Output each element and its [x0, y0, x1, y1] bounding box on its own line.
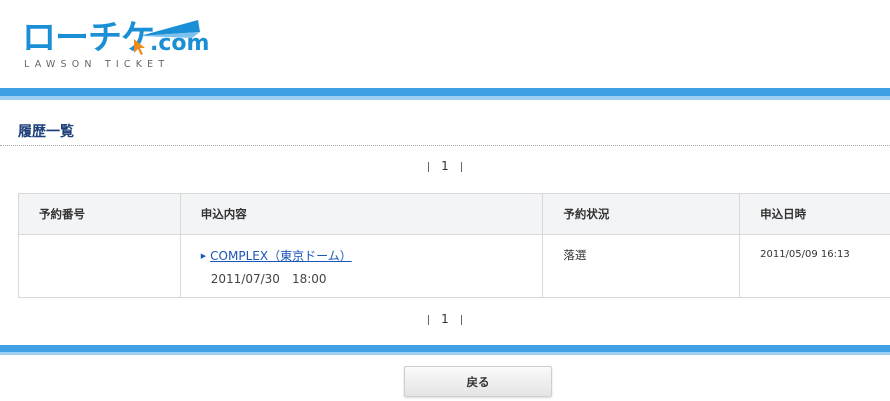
applied-datetime: 2011/05/09 16:13	[760, 249, 850, 260]
title-divider	[0, 145, 890, 146]
page-title: 履歴一覧	[18, 124, 74, 140]
site-header: ローチケ .com LAWSON TICKET	[0, 0, 890, 88]
history-table: 予約番号 申込内容 予約状況 申込日時 ▶ COMPLEX（東京ドーム） 2011…	[18, 193, 890, 298]
header-divider-bar	[0, 88, 890, 100]
pager-current-page[interactable]: 1	[441, 159, 449, 173]
cell-application-content: ▶ COMPLEX（東京ドーム） 2011/07/30 18:00	[179, 234, 544, 298]
cell-application-datetime: 2011/05/09 16:13	[739, 234, 890, 298]
logo-subtitle: LAWSON TICKET	[24, 59, 170, 70]
pager-separator-right	[460, 161, 462, 172]
event-detail-link[interactable]: COMPLEX（東京ドーム）	[210, 249, 352, 263]
link-arrow-icon: ▶	[200, 252, 207, 260]
table-header-row: 予約番号 申込内容 予約状況 申込日時	[18, 193, 890, 235]
pager-current-page[interactable]: 1	[441, 312, 449, 326]
pagination-top: 1	[0, 159, 890, 173]
col-header-application-content: 申込内容	[179, 193, 544, 235]
cell-reservation-no	[18, 234, 181, 298]
col-header-reservation-no: 予約番号	[18, 193, 181, 235]
col-header-application-datetime: 申込日時	[739, 193, 890, 235]
back-button[interactable]: 戻る	[404, 366, 552, 397]
event-datetime: 2011/07/30 18:00	[210, 272, 327, 286]
logo-cursor-icon	[134, 39, 145, 55]
table-row: ▶ COMPLEX（東京ドーム） 2011/07/30 18:00 落選 2011…	[18, 234, 890, 298]
footer-divider-bar	[0, 345, 890, 355]
pagination-bottom: 1	[0, 312, 890, 326]
pager-separator-left	[428, 314, 430, 325]
lawson-ticket-logo[interactable]: ローチケ .com LAWSON TICKET	[22, 18, 210, 72]
pager-separator-left	[428, 161, 430, 172]
col-header-reservation-status: 予約状況	[542, 193, 741, 235]
cell-reservation-status: 落選	[542, 234, 741, 298]
pager-separator-right	[460, 314, 462, 325]
logo-dotcom: .com	[150, 31, 210, 56]
